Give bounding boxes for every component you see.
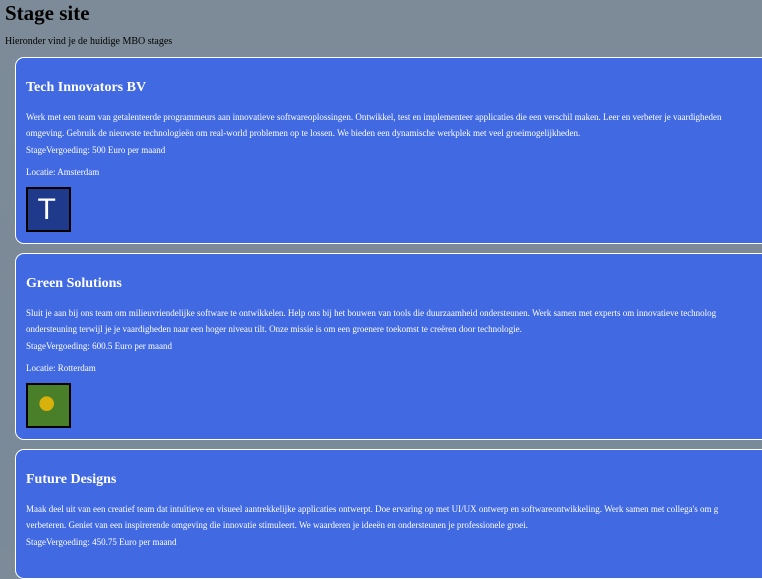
internship-card-future-designs: Future Designs Maak deel uit van een cre… xyxy=(15,449,762,579)
logo-letter: T xyxy=(37,193,55,226)
internship-description: Maak deel uit van een creatief team dat … xyxy=(26,501,762,533)
company-name: Tech Innovators BV xyxy=(26,80,147,95)
internship-card-tech-innovators: Tech Innovators BV Werk met een team van… xyxy=(15,57,762,244)
internship-card-green-solutions: Green Solutions Sluit je aan bij ons tea… xyxy=(15,253,762,440)
page-title: Stage site xyxy=(5,1,90,25)
internship-description: Werk met een team van getalenteerde prog… xyxy=(26,109,762,141)
page-subtitle: Hieronder vind je de huidige MBO stages xyxy=(5,36,173,47)
company-logo-tech-innovators: T xyxy=(26,187,71,232)
description-line: omgeving. Gebruik de nieuwste technologi… xyxy=(26,128,581,138)
internship-location: Locatie: Rotterdam xyxy=(26,363,96,373)
description-line: Sluit je aan bij ons team om milieuvrien… xyxy=(26,308,717,318)
logo-circle xyxy=(39,396,54,411)
internship-pay: StageVergoeding: 600.5 Euro per maand xyxy=(26,341,173,351)
description-line: ondersteuning terwijl je je vaardigheden… xyxy=(26,324,522,334)
description-line: Werk met een team van getalenteerde prog… xyxy=(26,112,722,122)
description-line: verbeteren. Geniet van een inspirerende … xyxy=(26,520,528,530)
company-name: Green Solutions xyxy=(26,276,122,291)
company-name: Future Designs xyxy=(26,472,117,487)
internship-pay: StageVergoeding: 500 Euro per maand xyxy=(26,145,166,155)
internship-pay: StageVergoeding: 450.75 Euro per maand xyxy=(26,537,177,547)
company-logo-green-solutions xyxy=(26,383,71,428)
description-line: Maak deel uit van een creatief team dat … xyxy=(26,504,719,514)
internship-description: Sluit je aan bij ons team om milieuvrien… xyxy=(26,305,762,337)
internship-location: Locatie: Amsterdam xyxy=(26,167,100,177)
